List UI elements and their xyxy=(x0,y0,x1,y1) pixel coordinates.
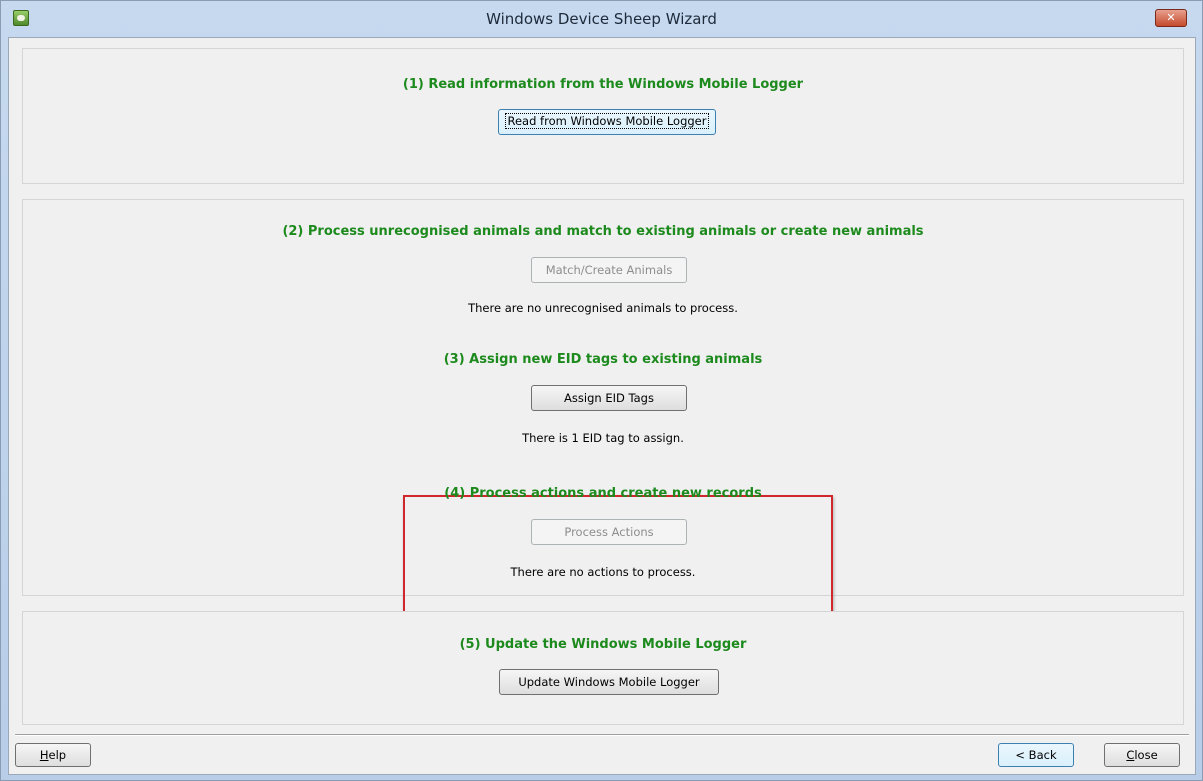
close-button[interactable]: Close xyxy=(1104,743,1180,767)
help-label-rest: elp xyxy=(48,748,67,762)
read-from-logger-button[interactable]: Read from Windows Mobile Logger xyxy=(498,109,716,135)
step3-status: There is 1 EID tag to assign. xyxy=(522,431,684,445)
close-label-rest: lose xyxy=(1134,748,1158,762)
step2-status: There are no unrecognised animals to pro… xyxy=(468,301,738,315)
help-mnemonic: H xyxy=(39,748,49,762)
footer-separator xyxy=(15,734,1189,736)
wizard-client-area: (1) Read information from the Windows Mo… xyxy=(8,37,1196,775)
steps-2-4-panel: (2) Process unrecognised animals and mat… xyxy=(22,199,1184,629)
help-button[interactable]: Help xyxy=(15,743,91,767)
assign-eid-tags-button[interactable]: Assign EID Tags xyxy=(531,385,687,411)
step3-highlight-box xyxy=(403,495,833,629)
update-logger-button[interactable]: Update Windows Mobile Logger xyxy=(499,669,719,695)
step2-heading: (2) Process unrecognised animals and mat… xyxy=(282,224,924,239)
process-actions-button[interactable]: Process Actions xyxy=(531,519,687,545)
step4-status: There are no actions to process. xyxy=(510,565,696,579)
step4-heading: (4) Process actions and create new recor… xyxy=(444,486,762,501)
close-window-button[interactable]: ✕ xyxy=(1155,9,1187,27)
back-button[interactable]: < Back xyxy=(998,743,1074,767)
step5-panel: (5) Update the Windows Mobile Logger Upd… xyxy=(22,611,1184,725)
read-from-logger-label: Read from Windows Mobile Logger xyxy=(504,113,710,129)
step3-heading: (3) Assign new EID tags to existing anim… xyxy=(443,352,763,367)
close-icon: ✕ xyxy=(1166,11,1176,24)
step1-heading: (1) Read information from the Windows Mo… xyxy=(402,77,804,92)
window-title: Windows Device Sheep Wizard xyxy=(486,10,717,28)
title-bar[interactable]: Windows Device Sheep Wizard ✕ xyxy=(1,1,1202,37)
match-create-animals-button[interactable]: Match/Create Animals xyxy=(531,257,687,283)
wizard-window: Windows Device Sheep Wizard ✕ (1) Read i… xyxy=(0,0,1203,781)
step5-heading: (5) Update the Windows Mobile Logger xyxy=(459,637,747,652)
step1-panel: (1) Read information from the Windows Mo… xyxy=(22,48,1184,184)
